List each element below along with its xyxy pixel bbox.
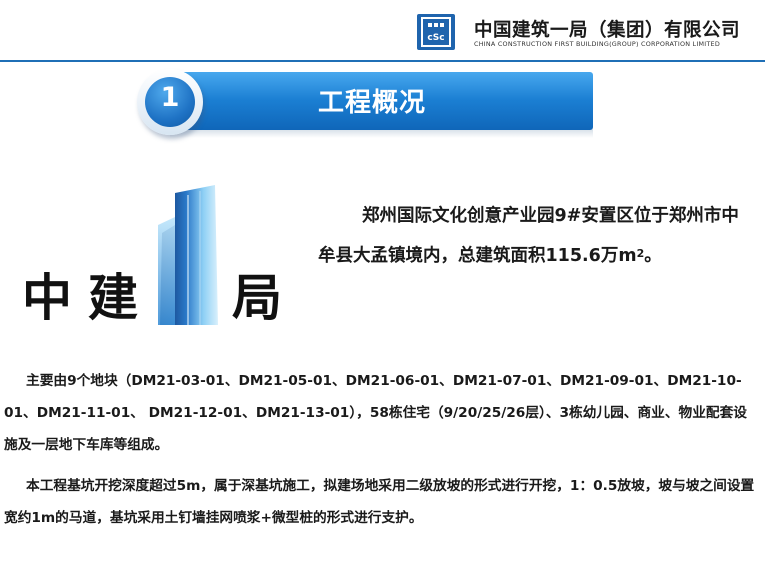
- svg-text:cSc: cSc: [427, 33, 444, 43]
- intro-suffix: 。: [644, 246, 662, 266]
- brand-char-ju: 局: [232, 268, 282, 327]
- section-number: 1: [160, 82, 180, 113]
- project-intro: 郑州国际文化创意产业园9#安置区位于郑州市中牟县大孟镇境内，总建筑面积115.6…: [318, 196, 748, 276]
- intro-superscript: 2: [636, 247, 645, 260]
- page-header: cSc 中国建筑一局（集团）有限公司 CHINA CONSTRUCTION FI…: [0, 0, 765, 62]
- company-name-en: CHINA CONSTRUCTION FIRST BUILDING(GROUP)…: [474, 40, 720, 48]
- brand-char-jian: 建: [88, 268, 138, 327]
- header-divider: [0, 60, 765, 62]
- brand-logo: 中 建 局: [20, 185, 295, 330]
- brand-char-zhong: 中: [22, 268, 72, 327]
- company-name-cn: 中国建筑一局（集团）有限公司: [474, 20, 741, 41]
- section-title: 工程概况: [318, 88, 427, 118]
- cscec-logo-icon: cSc: [417, 14, 455, 50]
- paragraph-composition: 主要由9个地块（DM21-03-01、DM21-05-01、DM21-06-01…: [4, 365, 756, 461]
- intro-text: 郑州国际文化创意产业园9#安置区位于郑州市中牟县大孟镇境内，总建筑面积115.6…: [318, 206, 739, 266]
- paragraph-excavation: 本工程基坑开挖深度超过5m，属于深基坑施工，拟建场地采用二级放坡的形式进行开挖，…: [4, 470, 756, 534]
- paragraph-composition-text: 主要由9个地块（DM21-03-01、DM21-05-01、DM21-06-01…: [4, 373, 747, 453]
- paragraph-excavation-text: 本工程基坑开挖深度超过5m，属于深基坑施工，拟建场地采用二级放坡的形式进行开挖，…: [4, 478, 755, 526]
